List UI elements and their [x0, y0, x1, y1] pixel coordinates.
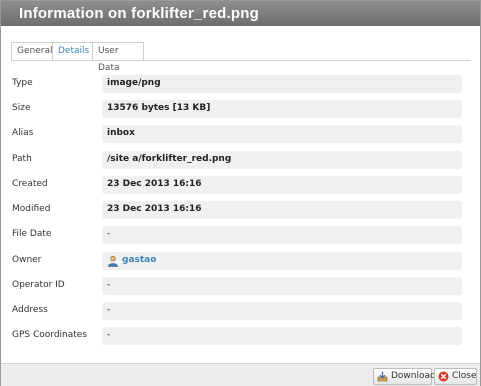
detail-label: Owner	[12, 255, 42, 265]
detail-value: image/png	[107, 78, 161, 88]
detail-value: 23 Dec 2013 16:16	[107, 179, 202, 189]
detail-value: 13576 bytes [13 KB]	[107, 103, 211, 113]
detail-value: -	[107, 280, 111, 290]
detail-value: -	[107, 330, 111, 340]
detail-row-type: Type image/png	[1, 75, 480, 93]
dialog-title: Information on forklifter_red.png	[19, 5, 259, 22]
user-icon	[108, 255, 118, 267]
detail-field: -	[102, 226, 462, 244]
dialog-titlebar[interactable]: Information on forklifter_red.png	[1, 1, 480, 26]
download-icon	[377, 371, 388, 382]
download-label: Download	[391, 371, 436, 381]
detail-field: -	[102, 277, 462, 295]
detail-row-path: Path /site a/forklifter_red.png	[1, 151, 480, 169]
detail-label: GPS Coordinates	[12, 330, 88, 340]
detail-label: Size	[12, 103, 31, 113]
detail-field: image/png	[102, 75, 462, 93]
detail-value: inbox	[107, 128, 135, 138]
detail-field: 23 Dec 2013 16:16	[102, 176, 462, 194]
detail-field: /site a/forklifter_red.png	[102, 151, 462, 169]
detail-field: 23 Dec 2013 16:16	[102, 201, 462, 219]
detail-label: Address	[12, 305, 48, 315]
detail-row-gps-coordinates: GPS Coordinates -	[1, 327, 480, 345]
detail-row-file-date: File Date -	[1, 226, 480, 244]
detail-label: File Date	[12, 229, 52, 239]
detail-field: -	[102, 302, 462, 320]
detail-field: 13576 bytes [13 KB]	[102, 100, 462, 118]
detail-label: Type	[12, 78, 33, 88]
detail-value: -	[107, 305, 111, 315]
close-icon	[438, 371, 449, 382]
detail-field: gastao	[102, 252, 462, 270]
dialog-button-bar: Download Close	[1, 363, 480, 386]
tab-general[interactable]: General	[11, 42, 56, 60]
detail-field: -	[102, 327, 462, 345]
close-button[interactable]: Close	[434, 368, 477, 385]
detail-value: -	[107, 229, 111, 239]
tab-divider	[11, 60, 471, 61]
detail-label: Operator ID	[12, 280, 65, 290]
detail-field: inbox	[102, 125, 462, 143]
detail-row-modified: Modified 23 Dec 2013 16:16	[1, 201, 480, 219]
info-dialog: Information on forklifter_red.png Genera…	[0, 0, 481, 386]
tab-user-data[interactable]: User Data	[92, 42, 144, 73]
detail-row-alias: Alias inbox	[1, 125, 480, 143]
detail-value: 23 Dec 2013 16:16	[107, 204, 202, 214]
detail-row-owner: Owner gastao	[1, 252, 480, 270]
detail-row-operator-id: Operator ID -	[1, 277, 480, 295]
detail-label: Path	[12, 154, 32, 164]
detail-value: /site a/forklifter_red.png	[107, 154, 232, 164]
detail-label: Modified	[12, 204, 51, 214]
detail-label: Alias	[12, 128, 34, 138]
detail-row-created: Created 23 Dec 2013 16:16	[1, 176, 480, 194]
detail-row-address: Address -	[1, 302, 480, 320]
download-button[interactable]: Download	[373, 368, 436, 385]
detail-label: Created	[12, 179, 48, 189]
detail-row-size: Size 13576 bytes [13 KB]	[1, 100, 480, 118]
owner-link[interactable]: gastao	[122, 255, 156, 265]
close-label: Close	[452, 371, 477, 381]
